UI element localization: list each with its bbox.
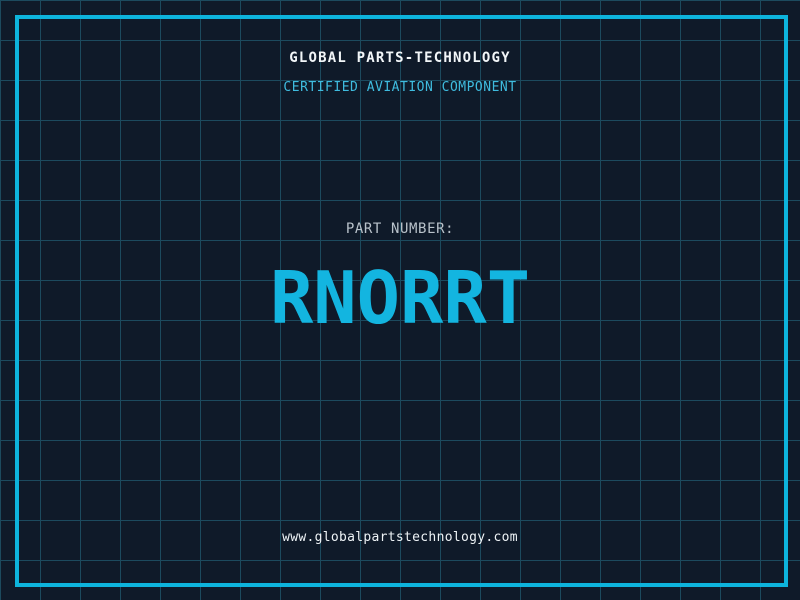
certificate-page: GLOBAL PARTS-TECHNOLOGY CERTIFIED AVIATI…: [0, 0, 800, 600]
website-url: www.globalpartstechnology.com: [282, 530, 518, 545]
company-title: GLOBAL PARTS-TECHNOLOGY: [289, 50, 511, 66]
certification-subtitle: CERTIFIED AVIATION COMPONENT: [283, 80, 517, 95]
part-number-value: RNORRT: [269, 256, 531, 340]
part-number-label: PART NUMBER:: [345, 221, 455, 237]
